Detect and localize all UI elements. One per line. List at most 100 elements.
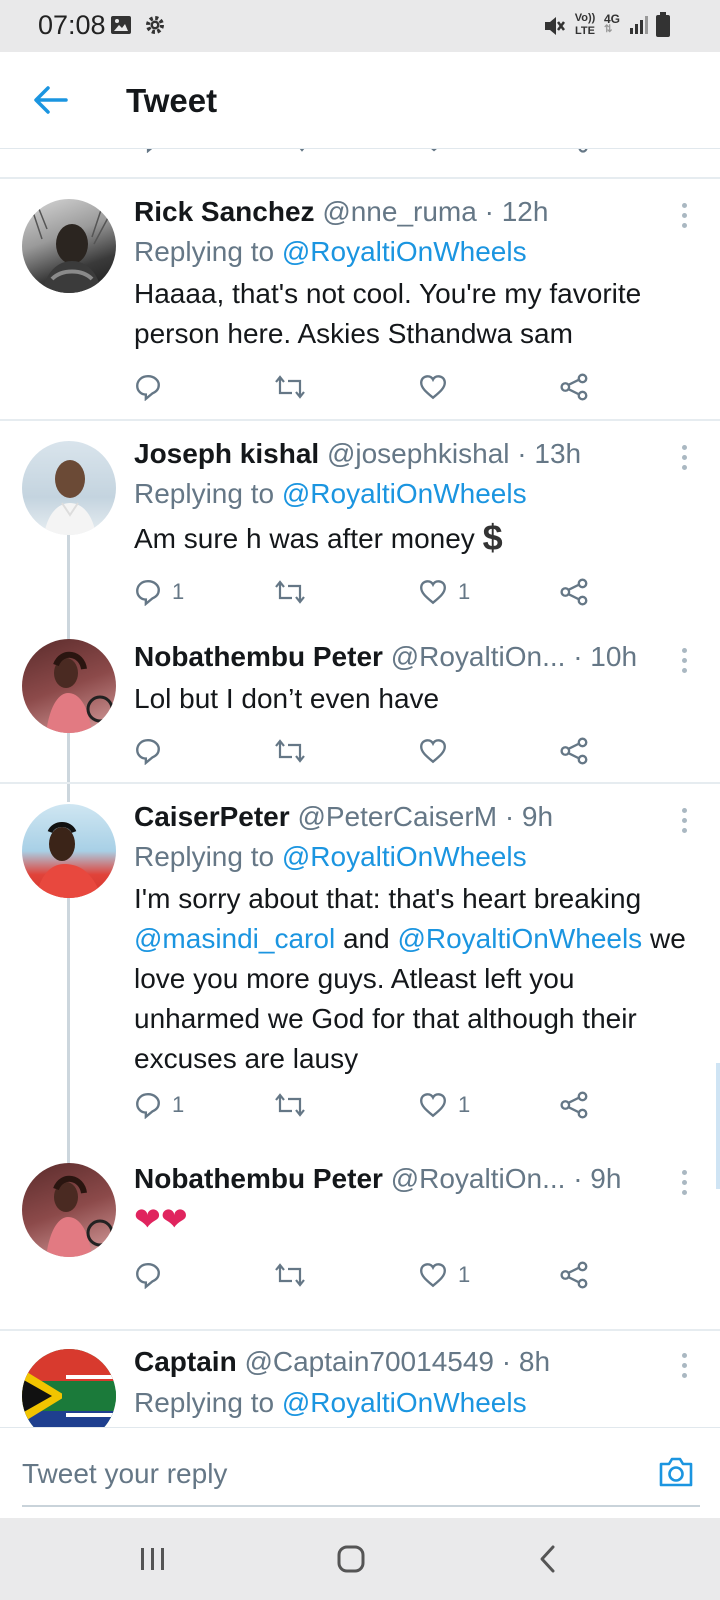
author-name[interactable]: Joseph kishal	[134, 438, 319, 469]
tweet-item[interactable]: Rick Sanchez @nne_ruma · 12h Replying to…	[0, 179, 720, 419]
tweet-item[interactable]: Joseph kishal @josephkishal · 13h Replyi…	[0, 421, 720, 631]
like-icon[interactable]	[420, 149, 448, 153]
tweet-header: Nobathembu Peter @RoyaltiOn... · 9h	[134, 1163, 621, 1195]
mention-link[interactable]: @masindi_carol	[134, 923, 335, 954]
author-handle[interactable]: @Captain70014549	[244, 1346, 494, 1377]
reply-composer[interactable]: Tweet your reply	[0, 1427, 720, 1518]
author-name[interactable]: Rick Sanchez	[134, 196, 315, 227]
tweet-text: Haaaa, that's not cool. You're my favori…	[134, 278, 642, 349]
avatar[interactable]	[22, 441, 116, 535]
retweet-button[interactable]	[274, 1255, 306, 1295]
mention-link[interactable]: @RoyaltiOnWheels	[282, 236, 527, 267]
replying-to: Replying to @RoyaltiOnWheels	[134, 236, 527, 268]
retweet-button[interactable]	[274, 367, 306, 407]
tweet-actions: 1	[134, 1255, 614, 1295]
mention-link[interactable]: @RoyaltiOnWheels	[282, 1387, 527, 1418]
like-icon	[420, 1263, 446, 1288]
like-button[interactable]: 1	[418, 1255, 470, 1295]
like-button[interactable]	[418, 731, 458, 771]
more-options-icon[interactable]	[681, 203, 689, 233]
reply-button[interactable]	[134, 731, 172, 771]
retweet-button[interactable]	[274, 572, 306, 612]
more-options-icon[interactable]	[681, 1353, 689, 1383]
author-name[interactable]: Nobathembu Peter	[134, 1163, 383, 1194]
share-button[interactable]	[560, 572, 590, 612]
tweet-item[interactable]: Nobathembu Peter @RoyaltiOn... · 10h Lol…	[0, 631, 720, 781]
reply-button[interactable]	[134, 367, 172, 407]
retweet-icon	[275, 580, 305, 604]
like-icon	[420, 739, 446, 764]
share-button[interactable]	[560, 731, 590, 771]
tweet-header: Captain @Captain70014549 · 8h	[134, 1346, 550, 1378]
author-name[interactable]: Nobathembu Peter	[134, 641, 383, 672]
camera-icon[interactable]	[658, 1456, 694, 1488]
avatar[interactable]	[22, 804, 116, 898]
avatar[interactable]	[22, 199, 116, 293]
author-handle[interactable]: @PeterCaiserM	[297, 801, 497, 832]
reply-count: 1	[172, 579, 185, 604]
reply-button[interactable]: 1	[134, 572, 184, 612]
signal-icon	[630, 16, 648, 34]
author-handle[interactable]: @josephkishal	[327, 438, 510, 469]
author-name[interactable]: CaiserPeter	[134, 801, 290, 832]
author-name[interactable]: Captain	[134, 1346, 237, 1377]
avatar[interactable]	[22, 639, 116, 733]
tweet-feed[interactable]: Rick Sanchez @nne_ruma · 12h Replying to…	[0, 149, 720, 1427]
share-icon	[560, 1091, 588, 1119]
timestamp: · 9h	[504, 801, 554, 832]
reply-icon[interactable]	[137, 149, 163, 153]
more-options-icon[interactable]	[681, 808, 689, 838]
tweet-item[interactable]: Captain @Captain70014549 · 8h Replying t…	[0, 1331, 720, 1427]
author-handle[interactable]: @RoyaltiOn...	[391, 641, 566, 672]
reply-input[interactable]: Tweet your reply	[22, 1458, 227, 1490]
like-button[interactable]	[418, 367, 458, 407]
share-button[interactable]	[560, 367, 590, 407]
author-handle[interactable]: @nne_ruma	[322, 196, 477, 227]
retweet-icon	[275, 1263, 305, 1287]
input-underline	[22, 1505, 700, 1507]
timestamp: · 12h	[484, 196, 549, 227]
avatar[interactable]	[22, 1163, 116, 1257]
retweet-button[interactable]	[274, 731, 306, 771]
tweet-text: Lol but I don’t even have	[134, 683, 440, 714]
image-icon	[111, 16, 131, 34]
reply-icon	[136, 739, 160, 765]
share-button[interactable]	[560, 1255, 590, 1295]
recent-apps-icon[interactable]	[138, 1546, 168, 1572]
share-icon	[560, 373, 588, 401]
home-icon[interactable]	[336, 1544, 366, 1574]
share-button[interactable]	[560, 1085, 590, 1125]
more-options-icon[interactable]	[681, 648, 689, 678]
mute-icon	[545, 17, 565, 35]
mention-link[interactable]: @RoyaltiOnWheels	[397, 923, 642, 954]
mention-link[interactable]: @RoyaltiOnWheels	[282, 478, 527, 509]
like-button[interactable]: 1	[418, 572, 470, 612]
more-options-icon[interactable]	[681, 1170, 689, 1200]
reply-icon	[136, 1093, 160, 1119]
back-icon[interactable]	[538, 1544, 558, 1574]
like-button[interactable]: 1	[418, 1085, 470, 1125]
tweet-item[interactable]: Nobathembu Peter @RoyaltiOn... · 9h ❤❤ 1	[0, 1161, 720, 1306]
arrow-left-icon[interactable]	[30, 82, 70, 118]
reply-button[interactable]	[134, 1255, 172, 1295]
replying-to: Replying to @RoyaltiOnWheels	[134, 478, 527, 510]
retweet-button[interactable]	[274, 1085, 306, 1125]
volte-icon: Vo)) LTE	[574, 12, 596, 37]
retweet-icon[interactable]	[276, 149, 308, 153]
tweet-actions	[134, 367, 614, 407]
share-icon	[560, 1261, 588, 1289]
battery-icon	[656, 12, 670, 37]
previous-tweet-actions	[0, 149, 720, 157]
timestamp: · 8h	[501, 1346, 551, 1377]
author-handle[interactable]: @RoyaltiOn...	[391, 1163, 566, 1194]
avatar[interactable]	[22, 1349, 116, 1427]
share-icon[interactable]	[562, 149, 590, 153]
retweet-icon	[275, 739, 305, 763]
replying-to: Replying to @RoyaltiOnWheels	[134, 1387, 527, 1419]
mention-link[interactable]: @RoyaltiOnWheels	[282, 841, 527, 872]
tweet-item[interactable]: CaiserPeter @PeterCaiserM · 9h Replying …	[0, 784, 720, 1144]
scrollbar-thumb[interactable]	[716, 1063, 720, 1189]
reply-button[interactable]: 1	[134, 1085, 184, 1125]
replying-prefix: Replying to	[134, 478, 275, 509]
more-options-icon[interactable]	[681, 445, 689, 475]
